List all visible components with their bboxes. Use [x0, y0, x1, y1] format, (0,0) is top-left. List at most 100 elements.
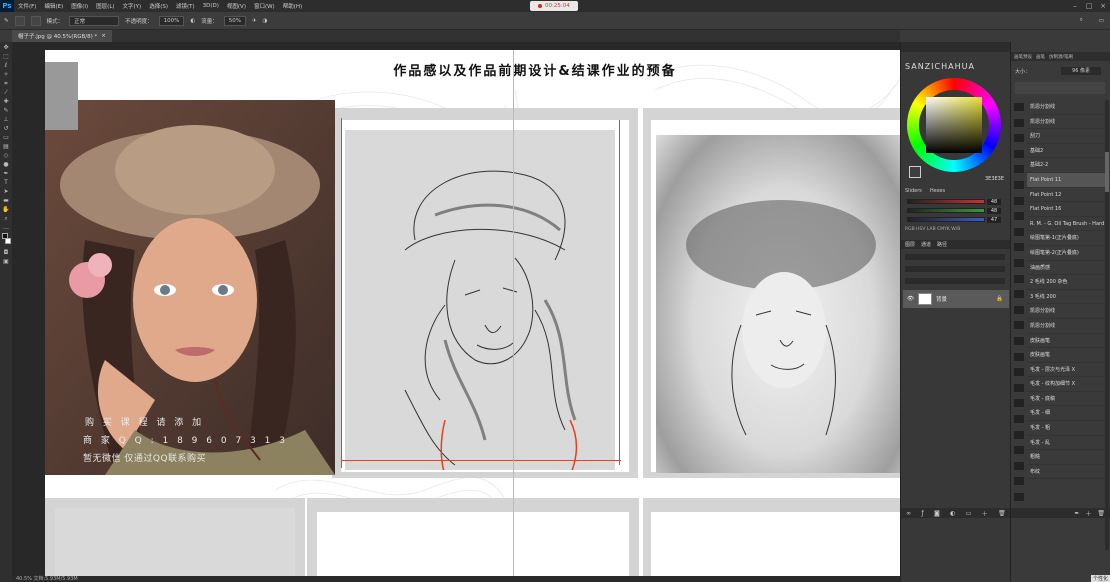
menu-window[interactable]: 窗口(W)	[250, 2, 279, 10]
move-tool-icon[interactable]: ✥	[2, 44, 10, 51]
quick-select-tool-icon[interactable]: ✧	[2, 71, 10, 78]
brush-scroll-thumb[interactable]	[1105, 152, 1109, 192]
tab-channels[interactable]: 通道	[921, 241, 931, 248]
foreground-color-swatch[interactable]	[909, 166, 921, 178]
menu-help[interactable]: 帮助(H)	[279, 2, 306, 10]
pen-tool-icon[interactable]: ✒	[2, 170, 10, 177]
menu-type[interactable]: 文字(Y)	[119, 2, 146, 10]
pressure-size-icon[interactable]: ◑	[263, 18, 268, 24]
marquee-tool-icon[interactable]: ⬚	[2, 53, 10, 60]
menu-edit[interactable]: 编辑(E)	[40, 2, 67, 10]
close-tab-icon[interactable]: ×	[101, 33, 106, 39]
menu-layer[interactable]: 图层(L)	[92, 2, 118, 10]
tab-sliders[interactable]: Sliders	[905, 188, 922, 194]
menu-filter[interactable]: 滤镜(T)	[172, 2, 199, 10]
recording-indicator[interactable]: 00:25:04	[530, 1, 578, 11]
quick-mask-icon[interactable]: ◘	[2, 249, 10, 256]
brush-item[interactable]: 毛发 - 纹构加细节 X	[1027, 377, 1105, 392]
type-tool-icon[interactable]: T	[2, 179, 10, 186]
layer-filter-row[interactable]	[905, 254, 1005, 260]
menu-select[interactable]: 选择(S)	[145, 2, 172, 10]
fx-icon[interactable]: ƒ	[922, 510, 924, 517]
brush-item[interactable]: 布纹	[1027, 465, 1105, 480]
brush-item[interactable]: 2 毛线 200 杂色	[1027, 275, 1105, 290]
blue-slider[interactable]	[907, 217, 985, 222]
brush-item[interactable]: 基础2	[1027, 144, 1105, 159]
brush-item[interactable]: 毛发 - 底稿	[1027, 392, 1105, 407]
hex-value[interactable]: 3E3E3E	[985, 176, 1004, 182]
color-square[interactable]	[926, 97, 982, 153]
mask-icon[interactable]: ◙	[934, 510, 940, 517]
brush-tool-icon[interactable]: ✎	[2, 107, 10, 114]
menu-3d[interactable]: 3D(D)	[199, 3, 223, 9]
tab-paths[interactable]: 路径	[937, 241, 947, 248]
brush-item[interactable]: 绘图笔第-2(正片叠底)	[1027, 246, 1105, 261]
toggle-brush-panel-icon[interactable]	[30, 15, 41, 26]
brush-size-field[interactable]: 96 像素	[1061, 67, 1101, 75]
brush-item[interactable]: 基础2-2	[1027, 158, 1105, 173]
brush-item[interactable]: 油画质感	[1027, 261, 1105, 276]
tab-brush[interactable]: 画笔	[1036, 54, 1045, 60]
eyedropper-tool-icon[interactable]: ⁄	[2, 89, 10, 96]
brush-item[interactable]: 3 毛线 200	[1027, 290, 1105, 305]
brush-item[interactable]: 绘图笔第-1(正片叠底)	[1027, 231, 1105, 246]
brush-item[interactable]: 皮肤画笔	[1027, 334, 1105, 349]
link-icon[interactable]: ∞	[906, 510, 911, 517]
airbrush-icon[interactable]: ✈	[252, 18, 257, 24]
history-brush-tool-icon[interactable]: ↺	[2, 125, 10, 132]
brush-item[interactable]: Flat Point 12	[1027, 188, 1105, 203]
document-tab[interactable]: 帽子子.jpg @ 40.5%(RGB/8) * ×	[12, 30, 112, 42]
brush-item[interactable]: Flat Point 11	[1027, 172, 1105, 188]
workspace-menu-icon[interactable]: ▭	[1099, 18, 1104, 24]
path-select-tool-icon[interactable]: ➤	[2, 188, 10, 195]
dodge-tool-icon[interactable]: ●	[2, 161, 10, 168]
brush-tool-icon[interactable]: ✎	[4, 18, 9, 24]
eraser-tool-icon[interactable]: ▭	[2, 134, 10, 141]
workspace-search-icon[interactable]: ⌕	[1080, 17, 1083, 24]
clone-stamp-tool-icon[interactable]: ⊥	[2, 116, 10, 123]
brush-item[interactable]: 凯恩分割线	[1027, 115, 1105, 130]
minimize-icon[interactable]: –	[1068, 0, 1082, 12]
brush-item[interactable]: 粗糙	[1027, 450, 1105, 465]
blue-value[interactable]: 47	[987, 217, 1001, 223]
brush-item[interactable]: 毛发 - 细	[1027, 406, 1105, 422]
brush-item[interactable]: 凯恩分割线	[1027, 304, 1105, 319]
red-slider[interactable]	[907, 199, 985, 204]
maximize-icon[interactable]: □	[1082, 0, 1096, 12]
brush-item[interactable]: R. M. - G. Oil Tag Brush - Hard	[1027, 217, 1105, 232]
document-canvas[interactable]: 作品感以及作品前期设计&结课作业的预备 购 买 课 程 请 添 加 商 家 Q …	[45, 50, 900, 582]
shape-tool-icon[interactable]: ▬	[2, 197, 10, 204]
brush-preset-picker[interactable]	[14, 15, 25, 26]
green-slider[interactable]	[907, 208, 985, 213]
tab-hexes[interactable]: Hexes	[930, 188, 945, 194]
crop-tool-icon[interactable]: ⌗	[2, 80, 10, 87]
brush-item[interactable]: 皮肤画笔	[1027, 348, 1105, 363]
group-icon[interactable]: ▭	[966, 510, 972, 517]
pressure-opacity-icon[interactable]: ◐	[190, 18, 195, 24]
screen-mode-icon[interactable]: ▣	[2, 258, 10, 265]
lasso-tool-icon[interactable]: ℓ	[2, 62, 10, 69]
menu-file[interactable]: 文件(F)	[14, 2, 40, 10]
blur-tool-icon[interactable]: ◇	[2, 152, 10, 159]
zoom-tool-icon[interactable]: ⌕	[2, 215, 10, 222]
healing-tool-icon[interactable]: ✚	[2, 98, 10, 105]
tab-clone-source[interactable]: 仿制源/笔刷	[1049, 54, 1073, 60]
close-icon[interactable]: ×	[1096, 0, 1110, 12]
visibility-eye-icon[interactable]: 👁	[907, 296, 914, 302]
hand-tool-icon[interactable]: ✋	[2, 206, 10, 213]
new-layer-icon[interactable]: ＋	[982, 509, 988, 518]
brush-item[interactable]: 凯恩分割线	[1027, 100, 1105, 115]
canvas-workspace[interactable]: 作品感以及作品前期设计&结课作业的预备 购 买 课 程 请 添 加 商 家 Q …	[12, 42, 900, 582]
toggle-brush-icon[interactable]: ✒	[1074, 510, 1079, 517]
opacity-field[interactable]: 100%	[158, 15, 185, 26]
color-swatch-icon[interactable]	[2, 233, 11, 247]
trash-icon[interactable]: 🗑	[998, 510, 1006, 517]
green-value[interactable]: 48	[987, 208, 1001, 214]
brush-item[interactable]: Flat Point 16	[1027, 202, 1105, 217]
mode-select[interactable]: 正常	[69, 15, 120, 26]
gradient-tool-icon[interactable]: ▤	[2, 143, 10, 150]
brush-tip-strip[interactable]	[1015, 82, 1105, 94]
red-value[interactable]: 48	[987, 199, 1001, 205]
tab-layers[interactable]: 图层	[905, 241, 915, 248]
lock-row[interactable]	[905, 278, 1005, 284]
